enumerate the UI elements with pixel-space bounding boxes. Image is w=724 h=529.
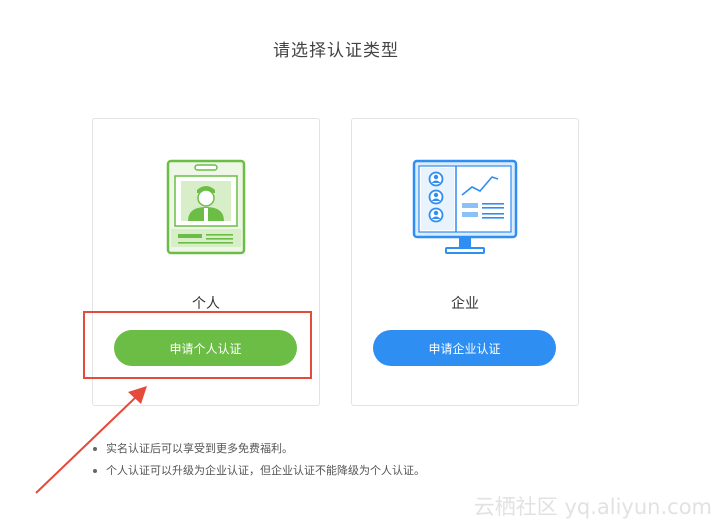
watermark: 云栖社区 yq.aliyun.com bbox=[473, 495, 712, 519]
personal-label: 个人 bbox=[192, 296, 220, 312]
annotation-highlight-box bbox=[83, 311, 312, 379]
enterprise-label: 企业 bbox=[451, 296, 479, 312]
monitor-dashboard-icon bbox=[412, 159, 518, 254]
note-item: 个人认证可以升级为企业认证，但企业认证不能降级为个人认证。 bbox=[92, 460, 425, 482]
notes-list: 实名认证后可以享受到更多免费福利。 个人认证可以升级为企业认证，但企业认证不能降… bbox=[92, 438, 425, 482]
note-item: 实名认证后可以享受到更多免费福利。 bbox=[92, 438, 425, 460]
id-badge-icon bbox=[166, 159, 246, 255]
page-title: 请选择认证类型 bbox=[273, 41, 399, 61]
apply-enterprise-button[interactable]: 申请企业认证 bbox=[373, 330, 556, 366]
enterprise-card: 企业 申请企业认证 bbox=[351, 118, 579, 406]
